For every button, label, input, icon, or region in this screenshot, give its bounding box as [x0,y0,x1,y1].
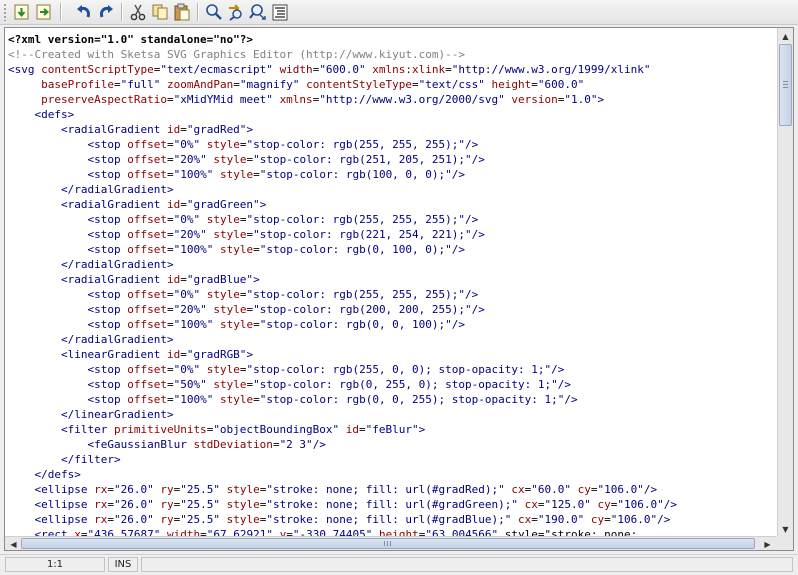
scroll-up-arrow-icon[interactable]: ▲ [778,29,793,43]
code-line: <stop offset="50%" style="stop-color: rg… [87,378,571,391]
code-line: </radialGradient> [60,333,174,346]
toolbar-separator [60,3,61,21]
code-line: </defs> [34,468,81,481]
horizontal-scroll-thumb[interactable] [21,538,755,549]
code-line: <stop offset="100%" style="stop-color: r… [87,393,578,406]
horizontal-scrollbar[interactable]: ◀ ▶ [5,536,776,550]
code-line: <stop offset="100%" style="stop-color: r… [87,243,466,256]
move-down-icon[interactable] [12,2,32,22]
code-line: <filter primitiveUnits="objectBoundingBo… [60,423,426,436]
code-line: <stop offset="100%" style="stop-color: r… [87,318,466,331]
scroll-right-arrow-icon[interactable]: ▶ [760,537,775,550]
redo-icon[interactable] [96,2,116,22]
code-line: baseProfile="full" zoomAndPan="magnify" … [41,78,585,91]
code-line: </filter> [60,453,121,466]
code-line: <stop offset="20%" style="stop-color: rg… [87,303,485,316]
code-line: <linearGradient id="gradRGB"> [60,348,254,361]
code-line: <ellipse rx="26.0" ry="25.5" style="stro… [34,498,678,511]
insert-mode-indicator: INS [108,557,138,572]
code-line: <stop offset="0%" style="stop-color: rgb… [87,288,479,301]
paste-icon[interactable] [172,2,192,22]
format-icon[interactable] [270,2,290,22]
code-line: <svg contentScriptType="text/ecmascript"… [8,63,651,76]
toolbar-separator [197,3,198,21]
code-line: <stop offset="100%" style="stop-color: r… [87,168,466,181]
toolbar-grip[interactable] [3,3,7,21]
code-line: </linearGradient> [60,408,174,421]
status-message [141,557,793,572]
scroll-down-arrow-icon[interactable]: ▼ [778,522,793,536]
find-replace-icon[interactable] [226,2,246,22]
move-right-icon[interactable] [34,2,54,22]
code-line: preserveAspectRatio="xMidYMid meet" xmln… [41,93,605,106]
code-line: <radialGradient id="gradGreen"> [60,198,267,211]
toolbar [0,0,798,25]
code-text-area[interactable]: <?xml version="1.0" standalone="no"?> <!-… [5,28,776,537]
scrollbar-corner [776,536,793,550]
code-line: <defs> [34,108,75,121]
scroll-left-arrow-icon[interactable]: ◀ [6,537,21,550]
status-bar: 1:1 INS [0,554,798,575]
code-line: <!--Created with Sketsa SVG Graphics Edi… [8,48,465,61]
code-line: <stop offset="0%" style="stop-color: rgb… [87,138,479,151]
code-line: <radialGradient id="gradBlue"> [60,273,260,286]
undo-icon[interactable] [74,2,94,22]
cursor-position: 1:1 [5,557,105,572]
code-line: </radialGradient> [60,258,174,271]
vertical-scrollbar[interactable]: ▲ ▼ [777,28,793,537]
code-line: </radialGradient> [60,183,174,196]
code-line: <radialGradient id="gradRed"> [60,123,254,136]
code-line: <stop offset="0%" style="stop-color: rgb… [87,213,479,226]
code-line: <feGaussianBlur stdDeviation="2 3"/> [87,438,326,451]
code-line: <stop offset="20%" style="stop-color: rg… [87,153,485,166]
code-line: <stop offset="20%" style="stop-color: rg… [87,228,485,241]
find-icon[interactable] [204,2,224,22]
vertical-scroll-thumb[interactable] [779,44,792,126]
toolbar-separator [121,3,122,21]
cut-icon[interactable] [128,2,148,22]
copy-icon[interactable] [150,2,170,22]
find-next-icon[interactable] [248,2,268,22]
code-editor[interactable]: <?xml version="1.0" standalone="no"?> <!-… [4,27,794,551]
code-line: <?xml version="1.0" standalone="no"?> [8,33,254,46]
code-line: <stop offset="0%" style="stop-color: rgb… [87,363,565,376]
code-line: <ellipse rx="26.0" ry="25.5" style="stro… [34,483,658,496]
code-line: <ellipse rx="26.0" ry="25.5" style="stro… [34,513,671,526]
